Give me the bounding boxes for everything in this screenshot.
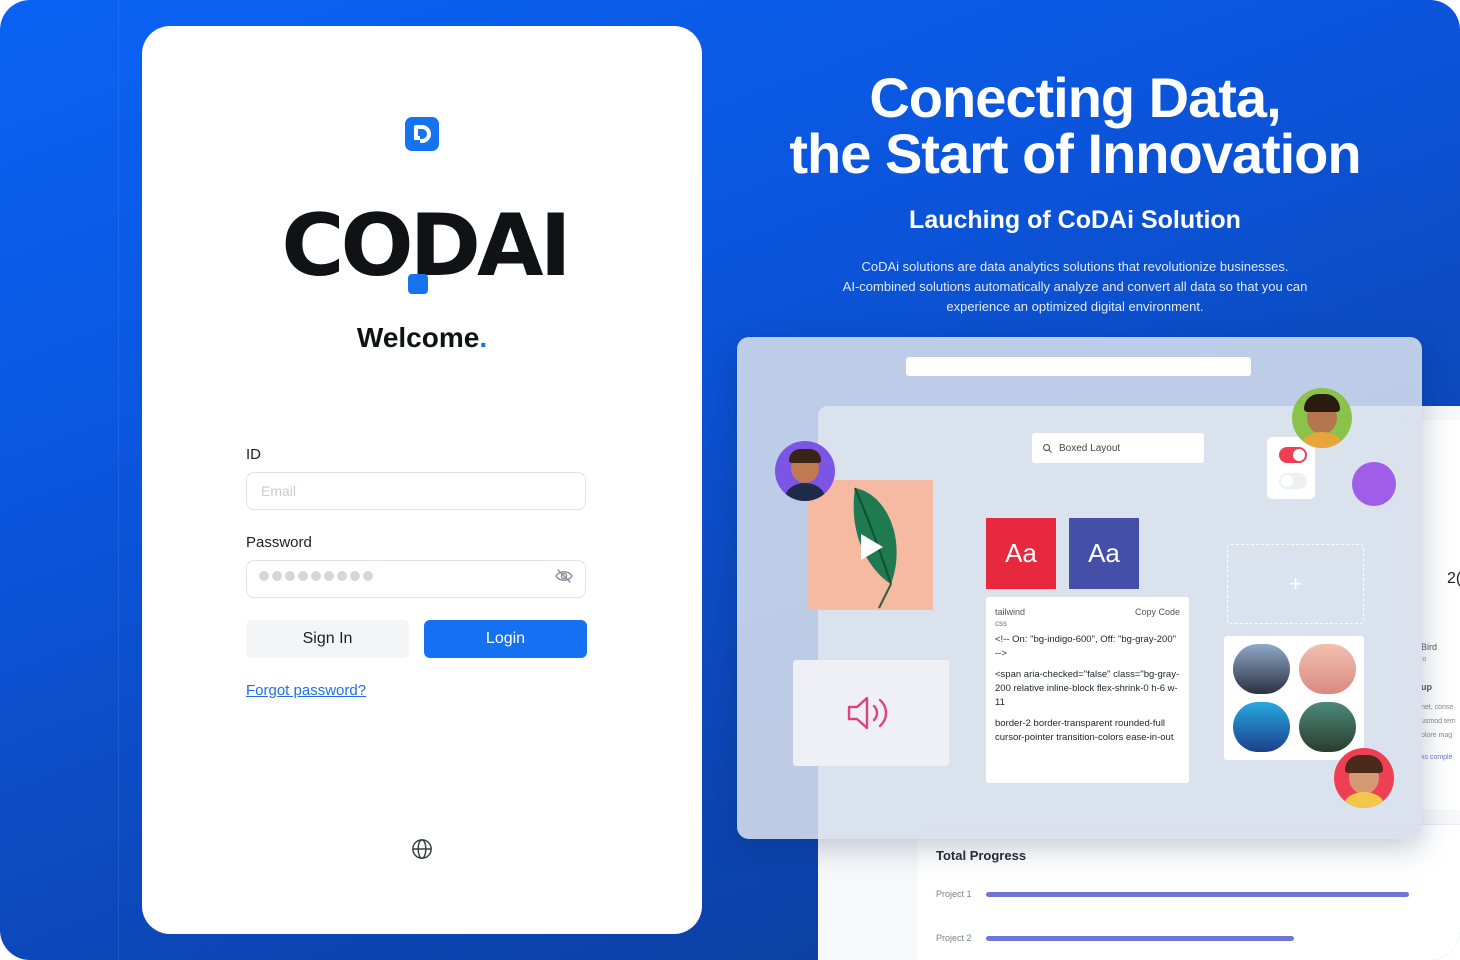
photo-person-4 (1299, 702, 1356, 752)
mockup-add-dropzone: + (1227, 544, 1364, 624)
globe-icon[interactable] (411, 838, 433, 860)
hero-desc-line-2: AI-combined solutions automatically anal… (842, 279, 1308, 294)
login-card: CODAI Welcome. ID Password Sign In Login… (142, 26, 702, 934)
toggle-on-switch (1279, 447, 1307, 463)
code-title: tailwind (995, 607, 1026, 617)
hero-title: Conecting Data, the Start of Innovation (730, 70, 1420, 182)
side-text-7: ks comple (1421, 754, 1453, 761)
project-1-progress-bar (986, 892, 1409, 897)
id-label: ID (246, 446, 261, 463)
avatar-girl-red (1334, 748, 1394, 808)
speaker-icon (847, 696, 888, 730)
avatar-boy (775, 441, 835, 501)
page-background: CODAI Welcome. ID Password Sign In Login… (0, 0, 1460, 960)
hero-title-line-1: Conecting Data, (869, 66, 1281, 129)
photo-person-2 (1299, 644, 1356, 694)
password-label: Password (246, 534, 312, 551)
code-line-2: <span aria-checked="false" class="bg-gra… (995, 669, 1180, 708)
code-subtitle: css (995, 619, 1007, 628)
mockup-photo-grid (1224, 636, 1364, 760)
project-2-label: Project 2 (936, 933, 972, 943)
password-mask (259, 571, 373, 581)
email-input[interactable] (246, 472, 586, 510)
eye-off-icon[interactable] (554, 568, 574, 584)
welcome-heading: Welcome. (142, 322, 702, 354)
sign-in-button[interactable]: Sign In (246, 620, 409, 658)
mockup-top-bar (906, 357, 1251, 376)
hero-subtitle: Lauching of CoDAi Solution (909, 206, 1241, 234)
mockup-search-box: Boxed Layout (1032, 433, 1204, 463)
code-card-header: tailwind Copy Code (995, 605, 1180, 619)
mockup-typography-red: Aa (986, 518, 1056, 589)
mockup-typography-blue: Aa (1069, 518, 1139, 589)
play-icon (861, 534, 883, 560)
login-button[interactable]: Login (424, 620, 587, 658)
side-number: 2( (1447, 570, 1460, 587)
side-text-4: net, conse (1421, 704, 1454, 711)
wordmark-accent (408, 274, 428, 294)
side-text-1: Bird (1421, 642, 1438, 652)
hero-desc-line-1: CoDAi solutions are data analytics solut… (861, 259, 1289, 274)
avatar-purple (1352, 462, 1396, 506)
welcome-text: Welcome (356, 322, 480, 353)
hero-desc-line-3: experience an optimized digital environm… (946, 299, 1204, 314)
mockup-search-text: Boxed Layout (1059, 442, 1121, 454)
side-text-5: usmod tem (1421, 718, 1456, 725)
project-1-label: Project 1 (936, 889, 972, 899)
welcome-dot: . (479, 322, 488, 353)
copy-code-label: Copy Code (1134, 607, 1180, 617)
mockup-audio-card (793, 660, 949, 766)
hero-title-line-2: the Start of Innovation (789, 122, 1361, 185)
mockup-video-card (807, 480, 933, 610)
total-progress-title: Total Progress (936, 848, 1027, 863)
photo-person-1 (1233, 644, 1290, 694)
side-text-6: olore mag (1421, 732, 1453, 739)
add-icon: + (1289, 571, 1302, 596)
toggle-off-switch (1279, 473, 1307, 489)
side-text-3: up (1421, 682, 1432, 692)
codai-logo-icon (405, 117, 439, 151)
code-line-3: border-2 border-transparent rounded-full… (995, 718, 1174, 743)
photo-person-3 (1233, 702, 1290, 752)
project-2-progress-bar (986, 936, 1294, 941)
code-line-1: <!-- On: "bg-indigo-600", Off: "bg-gray-… (995, 634, 1176, 659)
hero-description: CoDAi solutions are data analytics solut… (780, 257, 1370, 317)
search-icon (1043, 443, 1053, 453)
avatar-girl-green (1292, 388, 1352, 448)
mockup-code-card: tailwind Copy Code css <!-- On: "bg-indi… (986, 597, 1189, 783)
forgot-password-link[interactable]: Forgot password? (246, 682, 366, 699)
codai-wordmark: CODAI (281, 194, 571, 298)
